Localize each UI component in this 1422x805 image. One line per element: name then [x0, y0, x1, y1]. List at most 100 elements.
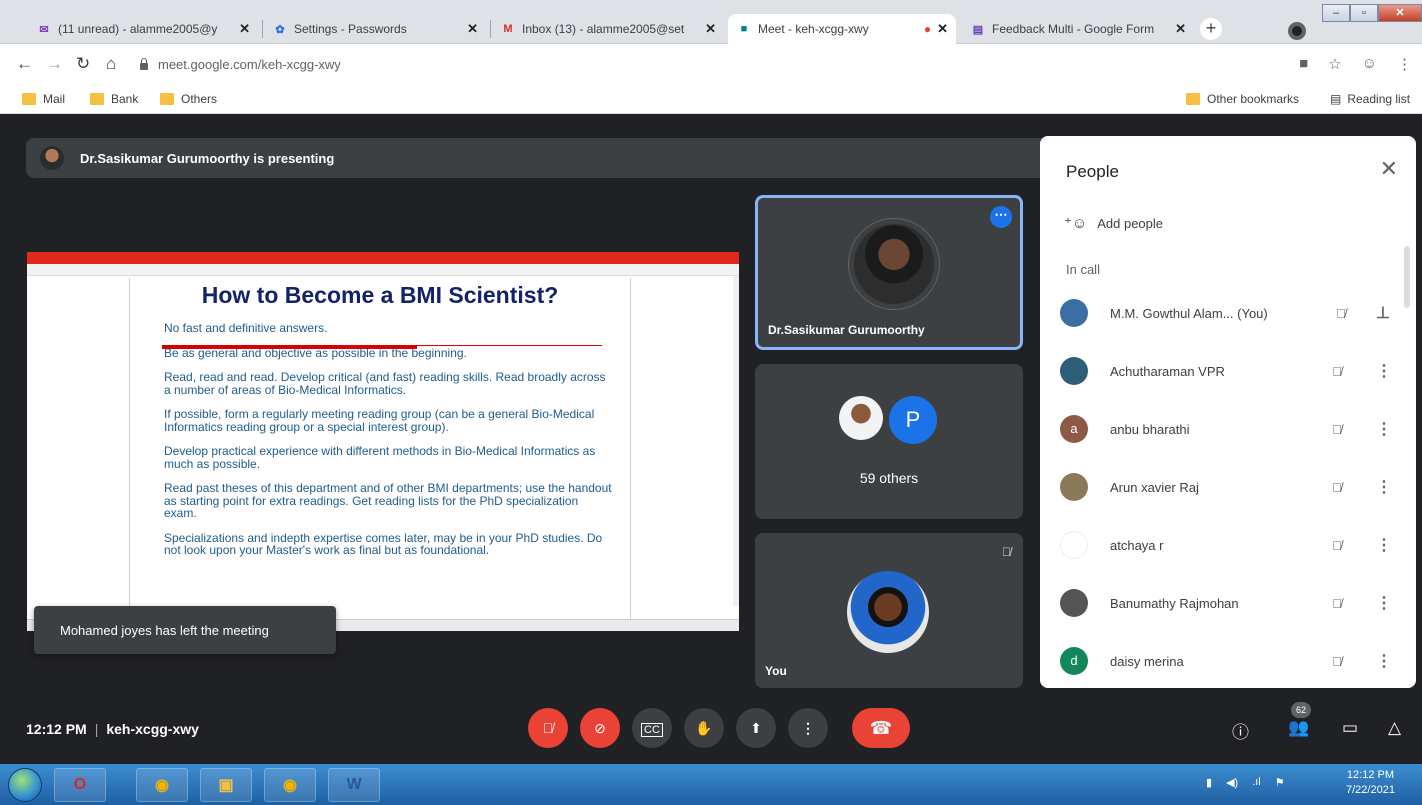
window-close-button[interactable]: ✕: [1378, 4, 1422, 22]
powerpoint-scrollbar: [733, 276, 739, 606]
participant-avatar: [1060, 589, 1088, 617]
close-icon[interactable]: ✕: [1175, 21, 1186, 37]
mic-off-icon: 🎙̸: [1336, 305, 1346, 321]
extension-icon[interactable]: ☺: [1362, 55, 1377, 73]
network-icon[interactable]: .ıl: [1252, 776, 1261, 789]
slide-line: Be as general and objective as possible …: [164, 345, 467, 360]
bookmark-label: Others: [181, 92, 218, 106]
omnibox[interactable]: meet.google.com/keh-xcgg-xwy: [138, 50, 1368, 78]
tab-google-form[interactable]: ▤ Feedback Multi - Google Form ✕: [962, 14, 1194, 44]
activities-icon[interactable]: △: [1388, 718, 1401, 738]
more-options-icon[interactable]: ⋮: [1376, 477, 1392, 497]
chrome-icon[interactable]: ◉: [264, 768, 316, 802]
camera-in-use-icon[interactable]: ■: [1299, 55, 1308, 73]
more-vert-icon: ⋮: [801, 720, 815, 736]
presenter-avatar: [854, 224, 934, 304]
tab-settings-passwords[interactable]: ✿ Settings - Passwords ✕: [264, 14, 486, 44]
participant-row[interactable]: Achutharaman VPR 🎙̸ ⋮: [1060, 342, 1392, 400]
self-tile[interactable]: 🎙̸ You: [755, 533, 1023, 688]
people-icon[interactable]: 👥: [1288, 718, 1309, 738]
minimize-button[interactable]: –: [1322, 4, 1350, 22]
window-controls: – ▫ ✕: [1322, 4, 1422, 22]
profile-icon[interactable]: [1288, 22, 1306, 40]
reading-list-icon: ▤: [1330, 92, 1342, 106]
raise-hand-button[interactable]: ✋: [684, 708, 724, 748]
more-options-icon[interactable]: ⋮: [1376, 419, 1392, 439]
leave-call-button[interactable]: ☎: [852, 708, 910, 748]
participant-row[interactable]: Banumathy Rajmohan 🎙̸ ⋮: [1060, 574, 1392, 632]
panel-scrollbar[interactable]: [1404, 246, 1410, 308]
participant-row[interactable]: M.M. Gowthul Alam... (You) 🎙̸ ⊥: [1060, 284, 1390, 342]
chat-icon[interactable]: ▭: [1342, 718, 1358, 738]
reading-list[interactable]: ▤ Reading list: [1330, 92, 1410, 106]
tab-title: Feedback Multi - Google Form: [992, 22, 1155, 36]
mic-off-icon: 🎙̸: [1332, 421, 1342, 437]
participant-name: M.M. Gowthul Alam... (You): [1110, 305, 1268, 321]
close-icon[interactable]: ✕: [705, 21, 716, 37]
pin-icon[interactable]: ⊥: [1376, 303, 1390, 323]
camera-toggle-button[interactable]: ⊘: [580, 708, 620, 748]
close-icon[interactable]: ✕: [239, 21, 250, 37]
volume-icon[interactable]: ◀): [1226, 776, 1238, 789]
tab-title: Settings - Passwords: [294, 22, 407, 36]
participant-row[interactable]: atchaya r 🎙̸ ⋮: [1060, 516, 1392, 574]
close-icon[interactable]: ✕: [937, 21, 948, 37]
bookmark-others[interactable]: Others: [160, 92, 217, 106]
chrome-menu-icon[interactable]: ⋮: [1397, 55, 1412, 73]
captions-button[interactable]: CC: [632, 708, 672, 748]
others-tile[interactable]: P 59 others: [755, 364, 1023, 519]
participant-name: Banumathy Rajmohan: [1110, 595, 1239, 611]
word-icon[interactable]: W: [328, 768, 380, 802]
back-arrow-icon[interactable]: ←: [16, 54, 33, 74]
more-options-icon[interactable]: ⋮: [1376, 593, 1392, 613]
participant-row[interactable]: a anbu bharathi 🎙̸ ⋮: [1060, 400, 1392, 458]
taskbar-clock[interactable]: 12:12 PM 7/22/2021: [1346, 768, 1395, 798]
participant-avatar-initial: P: [889, 396, 937, 444]
tab-meet[interactable]: ■ Meet - keh-xcgg-xwy ● ✕: [728, 14, 956, 44]
presenter-tile[interactable]: ⋯ Dr.Sasikumar Gurumoorthy: [755, 195, 1023, 350]
bookmark-bank[interactable]: Bank: [90, 92, 138, 106]
file-explorer-icon[interactable]: ▣: [200, 768, 252, 802]
slide-line: Specializations and indepth expertise co…: [164, 530, 603, 557]
battery-icon[interactable]: ▮: [1206, 776, 1212, 789]
meeting-info-icon[interactable]: ⓘ: [1232, 718, 1249, 743]
participant-avatar: [1060, 357, 1088, 385]
more-options-icon[interactable]: ⋮: [1376, 361, 1392, 381]
settings-gear-icon: ✿: [275, 23, 285, 36]
slide-line: Read past theses of this department and …: [164, 481, 612, 520]
slide-line: No fast and definitive answers.: [164, 321, 328, 335]
add-people-button[interactable]: ⁺☺ Add people: [1064, 214, 1163, 232]
meet-stage: Dr.Sasikumar Gurumoorthy is presenting H…: [0, 114, 1422, 764]
more-options-button[interactable]: ⋮: [788, 708, 828, 748]
tab-gmail-inbox[interactable]: M Inbox (13) - alamme2005@set ✕: [492, 14, 724, 44]
close-icon[interactable]: ✕: [467, 21, 478, 37]
in-call-heading: In call: [1066, 262, 1100, 277]
bookmark-mail[interactable]: Mail: [22, 92, 65, 106]
maximize-button[interactable]: ▫: [1350, 4, 1378, 22]
mic-toggle-button[interactable]: 🎙̸: [528, 708, 568, 748]
participant-row[interactable]: Arun xavier Raj 🎙̸ ⋮: [1060, 458, 1392, 516]
presenting-banner: Dr.Sasikumar Gurumoorthy is presenting: [26, 138, 1050, 178]
add-person-icon: ⁺☺: [1064, 215, 1088, 232]
other-bookmarks[interactable]: Other bookmarks: [1186, 92, 1299, 106]
participant-row[interactable]: d daisy merina 🎙̸ ⋮: [1060, 632, 1392, 688]
reload-icon[interactable]: ↻: [76, 54, 90, 74]
participant-avatar: [1060, 531, 1088, 559]
chrome-icon[interactable]: ◉: [136, 768, 188, 802]
new-tab-button[interactable]: +: [1200, 18, 1222, 40]
home-icon[interactable]: ⌂: [106, 54, 116, 74]
forward-arrow-icon[interactable]: →: [46, 54, 63, 74]
participant-avatar: [1060, 473, 1088, 501]
flag-icon[interactable]: ⚑: [1275, 776, 1285, 789]
tab-gmail-unread[interactable]: ✉ (11 unread) - alamme2005@y ✕: [28, 14, 258, 44]
start-button[interactable]: [8, 768, 42, 802]
bookmark-star-icon[interactable]: ☆: [1328, 55, 1341, 73]
windows-taskbar: O ◉ ▣ ◉ W ▮ ◀) .ıl ⚑ 12:12 PM 7/22/2021: [0, 764, 1422, 805]
present-now-button[interactable]: ⬆: [736, 708, 776, 748]
mic-off-icon: 🎙̸: [1332, 479, 1342, 495]
opera-icon[interactable]: O: [54, 768, 106, 802]
more-options-icon[interactable]: ⋯: [990, 206, 1012, 228]
close-icon[interactable]: ✕: [1380, 156, 1398, 182]
more-options-icon[interactable]: ⋮: [1376, 651, 1392, 671]
more-options-icon[interactable]: ⋮: [1376, 535, 1392, 555]
